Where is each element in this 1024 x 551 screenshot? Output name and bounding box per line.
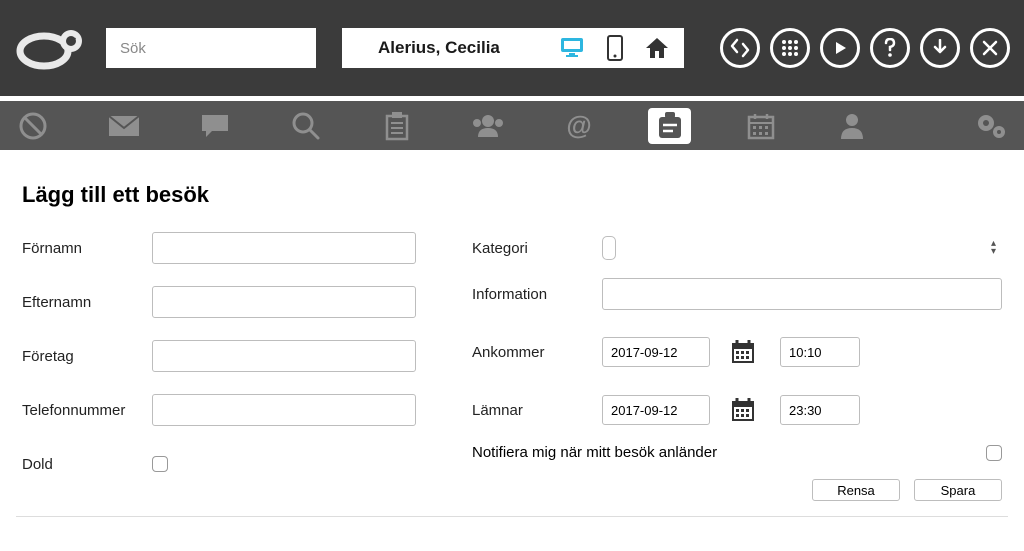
grid-button[interactable]: [770, 28, 810, 68]
nav-chat-icon[interactable]: [194, 108, 237, 144]
current-user-name: Alerius, Cecilia: [356, 38, 544, 58]
spara-button[interactable]: Spara: [914, 479, 1002, 501]
download-button[interactable]: [920, 28, 960, 68]
nav-clipboard-icon[interactable]: [376, 108, 419, 144]
label-efternamn: Efternamn: [22, 294, 152, 311]
notifiera-checkbox[interactable]: [986, 445, 1002, 461]
user-context-bar: Alerius, Cecilia: [342, 28, 684, 68]
nav-search-icon[interactable]: [285, 108, 328, 144]
nav-calendar-icon[interactable]: [739, 108, 782, 144]
page-title: Lägg till ett besök: [22, 182, 1002, 208]
app-header: Alerius, Cecilia: [0, 0, 1024, 96]
label-information: Information: [472, 286, 602, 303]
nav-settings-icon[interactable]: [969, 108, 1012, 144]
close-button[interactable]: [970, 28, 1010, 68]
nav-at-icon[interactable]: @: [557, 108, 600, 144]
ankommer-time-input[interactable]: [780, 337, 860, 367]
display-icon[interactable]: [560, 35, 586, 61]
label-dold: Dold: [22, 456, 152, 473]
svg-text:@: @: [566, 111, 591, 140]
label-lamnar: Lämnar: [472, 402, 602, 419]
rensa-button[interactable]: Rensa: [812, 479, 900, 501]
lamnar-time-input[interactable]: [780, 395, 860, 425]
lamnar-date-input[interactable]: [602, 395, 710, 425]
home-icon[interactable]: [644, 35, 670, 61]
nav-mail-icon[interactable]: [103, 108, 146, 144]
divider: [16, 516, 1008, 517]
nav-badge-icon[interactable]: [648, 108, 691, 144]
label-ankommer: Ankommer: [472, 344, 602, 361]
label-kategori: Kategori: [472, 240, 602, 257]
mobile-icon[interactable]: [602, 35, 628, 61]
visit-form: Förnamn Efternamn Företag Telefonnummer …: [22, 232, 1002, 502]
app-logo: [14, 18, 92, 78]
chevron-updown-icon: ▴▾: [991, 240, 996, 256]
information-input[interactable]: [602, 278, 1002, 310]
label-fornamn: Förnamn: [22, 240, 152, 257]
nav-group-icon[interactable]: [467, 108, 510, 144]
nav-profile-icon[interactable]: [830, 108, 873, 144]
label-notifiera: Notifiera mig när mitt besök anländer: [472, 444, 986, 461]
efternamn-input[interactable]: [152, 286, 416, 318]
ankommer-calendar-icon[interactable]: [728, 339, 758, 365]
help-button[interactable]: [870, 28, 910, 68]
dold-checkbox[interactable]: [152, 456, 168, 472]
header-actions: [720, 28, 1010, 68]
ankommer-date-input[interactable]: [602, 337, 710, 367]
label-telefonnummer: Telefonnummer: [22, 402, 152, 419]
nav-block-icon[interactable]: [12, 108, 55, 144]
foretag-input[interactable]: [152, 340, 416, 372]
kategori-select[interactable]: [602, 236, 616, 260]
main-content: Lägg till ett besök Förnamn Efternamn Fö…: [0, 150, 1024, 502]
lamnar-calendar-icon[interactable]: [728, 397, 758, 423]
telefonnummer-input[interactable]: [152, 394, 416, 426]
search-input[interactable]: [106, 28, 316, 68]
label-foretag: Företag: [22, 348, 152, 365]
refresh-button[interactable]: [720, 28, 760, 68]
play-button[interactable]: [820, 28, 860, 68]
secondary-nav: @: [0, 101, 1024, 150]
fornamn-input[interactable]: [152, 232, 416, 264]
